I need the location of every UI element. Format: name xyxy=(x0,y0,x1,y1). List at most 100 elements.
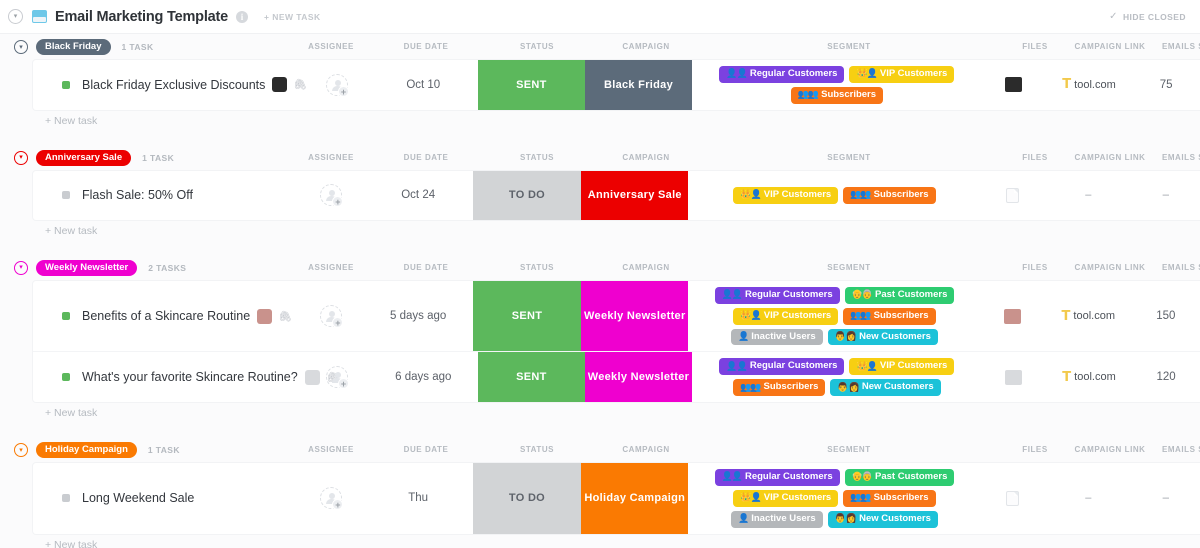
task-name-cell[interactable]: Flash Sale: 50% Off xyxy=(33,171,299,220)
status-cell[interactable]: SENT xyxy=(472,280,582,352)
segment-cell[interactable]: 👤👤 Regular Customers 👑👤 VIP Customers 👥👥 Subs… xyxy=(692,352,982,402)
campaign-link-label[interactable]: tool.com xyxy=(1074,79,1116,91)
column-header-campaign[interactable]: CAMPAIGN xyxy=(576,255,716,281)
column-header-segment[interactable]: SEGMENT xyxy=(779,34,919,60)
column-header-status[interactable]: STATUS xyxy=(467,145,607,171)
campaign-link-cell[interactable]: Ttool.com xyxy=(1046,60,1132,110)
column-header-emails-sent[interactable]: EMAILS SE xyxy=(1116,34,1200,60)
task-status-bullet-icon[interactable] xyxy=(62,494,70,503)
add-assignee-icon[interactable]: + xyxy=(337,85,349,97)
segment-tag[interactable]: 👤 Inactive Users xyxy=(731,510,823,528)
segment-tag[interactable]: 👥👥 Subscribers xyxy=(790,86,884,104)
avatar-placeholder[interactable]: + xyxy=(325,73,349,97)
column-header-campaign-link[interactable]: CAMPAIGN LINK xyxy=(1040,145,1180,171)
table-row[interactable]: Flash Sale: 50% Off + Oct 24 TO DO Anniversa… xyxy=(33,170,1200,220)
segment-cell[interactable]: 👤👤 Regular Customers 👴👵 Past Customers 👑👤 VIP… xyxy=(688,463,980,534)
due-date-cell[interactable]: Oct 24 xyxy=(364,171,473,220)
new-task-row-button[interactable]: + New task xyxy=(0,110,1200,132)
column-header-segment[interactable]: SEGMENT xyxy=(779,255,919,281)
task-status-bullet-icon[interactable] xyxy=(62,312,70,321)
column-header-assignee[interactable]: ASSIGNEE xyxy=(261,255,401,281)
campaign-cell[interactable]: Anniversary Sale xyxy=(581,170,689,220)
due-date-cell[interactable]: 5 days ago xyxy=(364,281,473,352)
emails-sent-cell[interactable]: 75 xyxy=(1132,60,1200,110)
segment-tag[interactable]: 👤👤 Regular Customers xyxy=(714,286,840,304)
task-name-cell[interactable]: Benefits of a Skincare Routine 🖇 xyxy=(33,281,299,352)
column-header-emails-sent[interactable]: EMAILS SE xyxy=(1116,145,1200,171)
add-assignee-icon[interactable]: + xyxy=(332,317,344,329)
due-date-cell[interactable]: 6 days ago xyxy=(369,352,478,402)
segment-tag[interactable]: 👑👤 VIP Customers xyxy=(733,186,839,204)
column-header-campaign[interactable]: CAMPAIGN xyxy=(576,145,716,171)
task-title[interactable]: What's your favorite Skincare Routine? xyxy=(82,370,298,384)
segment-tag[interactable]: 👤👤 Regular Customers xyxy=(714,469,840,486)
add-assignee-icon[interactable]: + xyxy=(332,196,344,208)
group-name-pill[interactable]: Black Friday xyxy=(36,38,111,56)
segment-tag[interactable]: 👑👤 VIP Customers xyxy=(733,307,839,325)
assignee-cell[interactable]: + xyxy=(299,281,363,352)
files-cell[interactable] xyxy=(982,60,1046,110)
due-date-cell[interactable]: Thu xyxy=(364,463,473,534)
assignee-cell[interactable]: + xyxy=(299,463,363,534)
group-name-pill[interactable]: Anniversary Sale xyxy=(36,149,132,166)
column-header-due-date[interactable]: DUE DATE xyxy=(356,437,496,463)
column-header-segment[interactable]: SEGMENT xyxy=(779,145,919,171)
column-header-due-date[interactable]: DUE DATE xyxy=(356,34,496,60)
column-header-campaign-link[interactable]: CAMPAIGN LINK xyxy=(1040,34,1180,60)
table-row[interactable]: Benefits of a Skincare Routine 🖇 +5 days a… xyxy=(33,280,1200,353)
task-title[interactable]: Black Friday Exclusive Discounts xyxy=(82,78,265,92)
column-header-emails-sent[interactable]: EMAILS SE xyxy=(1116,255,1200,281)
segment-cell[interactable]: 👤👤 Regular Customers 👴👵 Past Customers 👑👤 VIP… xyxy=(688,281,980,352)
column-header-due-date[interactable]: DUE DATE xyxy=(356,255,496,281)
assignee-cell[interactable]: + xyxy=(299,171,363,220)
segment-tag[interactable]: 👑👤 VIP Customers xyxy=(849,358,955,376)
due-date-cell[interactable]: Oct 10 xyxy=(369,60,478,110)
column-header-campaign[interactable]: CAMPAIGN xyxy=(576,437,716,463)
segment-tag[interactable]: 👴👵 Past Customers xyxy=(844,469,955,486)
avatar-placeholder[interactable]: + xyxy=(320,184,344,208)
file-thumbnail-icon[interactable] xyxy=(1005,369,1023,385)
task-title[interactable]: Benefits of a Skincare Routine xyxy=(82,309,250,323)
emails-sent-cell[interactable]: – xyxy=(1132,171,1200,220)
column-header-assignee[interactable]: ASSIGNEE xyxy=(261,437,401,463)
add-assignee-icon[interactable]: + xyxy=(337,378,349,390)
group-name-pill[interactable]: Holiday Campaign xyxy=(36,441,137,459)
group-collapse-caret-icon[interactable]: ▾ xyxy=(14,443,28,458)
task-thumbnail-icon[interactable] xyxy=(257,308,273,324)
add-assignee-icon[interactable]: + xyxy=(332,499,344,511)
table-row[interactable]: Long Weekend Sale + Thu TO DO Holiday Campai… xyxy=(33,463,1200,534)
task-status-bullet-icon[interactable] xyxy=(62,373,70,382)
assignee-cell[interactable]: + xyxy=(305,60,369,110)
status-cell[interactable]: SENT xyxy=(477,60,586,110)
segment-tag[interactable]: 👨‍👩 New Customers xyxy=(827,328,938,346)
group-collapse-caret-icon[interactable]: ▾ xyxy=(14,150,28,165)
assignee-cell[interactable]: + xyxy=(305,352,369,402)
avatar-placeholder[interactable]: + xyxy=(320,487,344,511)
status-cell[interactable]: TO DO xyxy=(472,463,582,534)
files-cell[interactable] xyxy=(980,463,1044,534)
column-header-due-date[interactable]: DUE DATE xyxy=(356,145,496,171)
segment-tag[interactable]: 👑👤 VIP Customers xyxy=(733,490,839,507)
segment-cell[interactable]: 👤👤 Regular Customers 👑👤 VIP Customers 👥👥 Subs… xyxy=(692,60,982,110)
campaign-link-cell[interactable]: Ttool.com xyxy=(1045,281,1132,352)
task-name-cell[interactable]: Long Weekend Sale xyxy=(33,463,299,534)
group-collapse-caret-icon[interactable]: ▾ xyxy=(14,40,28,54)
column-header-files[interactable]: FILES xyxy=(965,255,1105,281)
segment-tag[interactable]: 👤👤 Regular Customers xyxy=(719,66,845,83)
task-name-cell[interactable]: Black Friday Exclusive Discounts 🖇 xyxy=(33,60,308,110)
campaign-link-cell[interactable]: – xyxy=(1045,171,1132,220)
table-row[interactable]: Black Friday Exclusive Discounts 🖇 + Oct 10… xyxy=(33,60,1200,110)
table-row[interactable]: What's your favorite Skincare Routine? 🖇 +… xyxy=(33,352,1200,403)
collapse-all-caret-icon[interactable]: ▾ xyxy=(8,9,23,24)
file-thumbnail-icon[interactable] xyxy=(1004,308,1022,324)
files-cell[interactable] xyxy=(980,281,1044,352)
task-thumbnail-icon[interactable] xyxy=(272,77,288,93)
column-header-segment[interactable]: SEGMENT xyxy=(779,437,919,463)
hide-closed-toggle[interactable]: ✓ HIDE CLOSED xyxy=(1109,11,1186,22)
segment-tag[interactable]: 👤👤 Regular Customers xyxy=(719,358,845,376)
status-cell[interactable]: SENT xyxy=(477,352,586,403)
campaign-link-cell[interactable]: Ttool.com xyxy=(1046,352,1132,402)
new-task-button[interactable]: + NEW TASK xyxy=(264,12,321,22)
task-status-bullet-icon[interactable] xyxy=(62,191,70,200)
group-collapse-caret-icon[interactable]: ▾ xyxy=(14,260,28,275)
